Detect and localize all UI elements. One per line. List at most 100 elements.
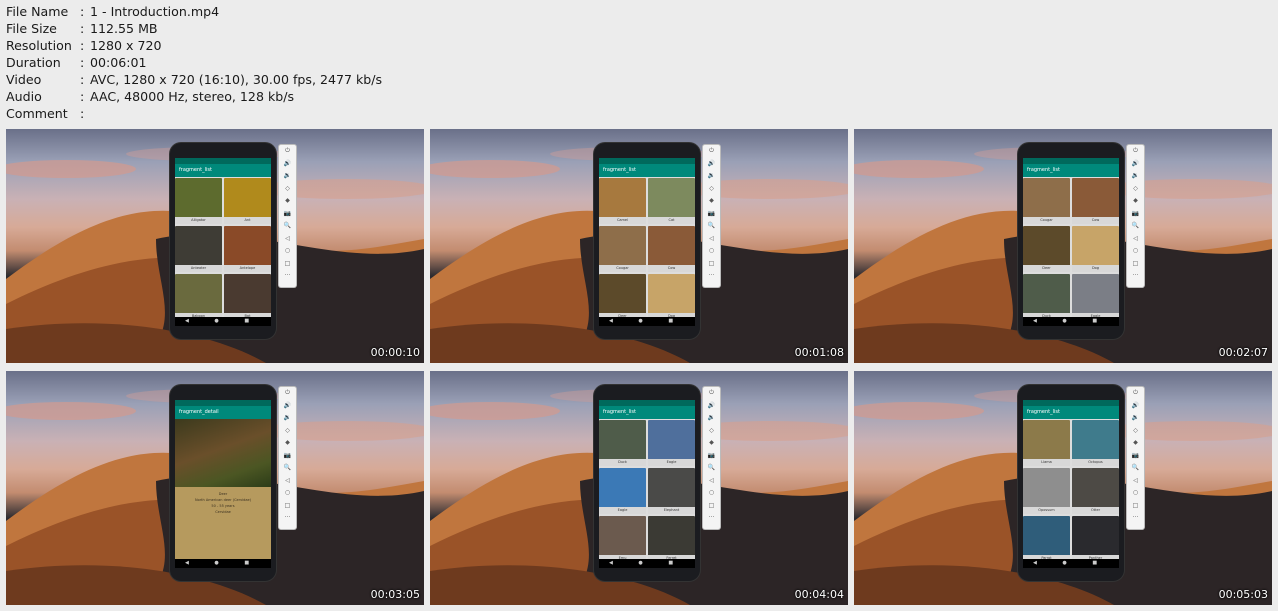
emulator-icon[interactable]: 🔊 <box>1132 158 1139 171</box>
animal-tile[interactable]: Alligator <box>175 178 222 224</box>
animal-tile[interactable]: Opossum <box>1023 468 1070 514</box>
animal-tile[interactable]: Parrot <box>1023 516 1070 562</box>
animal-tile[interactable]: Emu <box>599 516 646 562</box>
emulator-icon[interactable]: 🔉 <box>1132 412 1139 425</box>
emulator-icon[interactable]: ⏻ <box>709 387 714 400</box>
emulator-icon[interactable]: 🔉 <box>284 170 291 183</box>
emulator-icon[interactable]: ⏻ <box>1133 387 1138 400</box>
emulator-icon[interactable]: 🔉 <box>708 170 715 183</box>
emulator-icon[interactable]: 🔍 <box>708 220 715 233</box>
emulator-icon[interactable]: ⏻ <box>1133 145 1138 158</box>
animal-tile[interactable]: Llama <box>1023 420 1070 466</box>
animal-tile[interactable]: Panther <box>1072 516 1119 562</box>
animal-tile[interactable]: Eagle <box>1072 274 1119 320</box>
emulator-icon[interactable]: ○ <box>1133 245 1138 258</box>
animal-tile[interactable]: Ferret <box>648 516 695 562</box>
emulator-icon[interactable]: ··· <box>1133 512 1139 525</box>
emulator-icon[interactable]: 🔉 <box>1132 170 1139 183</box>
emulator-icon[interactable]: ○ <box>285 245 290 258</box>
emulator-icon[interactable]: 🔊 <box>708 400 715 413</box>
emulator-icon[interactable]: 📷 <box>708 208 715 221</box>
emulator-icon[interactable]: ··· <box>285 270 291 283</box>
android-nav-bar[interactable]: ◀ ● ■ <box>1023 317 1119 326</box>
emulator-icon[interactable]: 📷 <box>1132 450 1139 463</box>
animal-tile[interactable]: Otter <box>1072 468 1119 514</box>
video-thumbnail[interactable]: fragment_list Duck Eagle Eagle Elephant Emu Fe… <box>430 371 848 605</box>
emulator-icon[interactable]: ◁ <box>709 475 714 488</box>
emulator-icon[interactable]: 🔊 <box>284 400 291 413</box>
emulator-icon[interactable]: ◆ <box>1133 195 1138 208</box>
emulator-icon[interactable]: ⏻ <box>285 145 290 158</box>
animal-tile[interactable]: Deer <box>1023 226 1070 272</box>
emulator-icon[interactable]: ○ <box>1133 487 1138 500</box>
emulator-icon[interactable]: ○ <box>285 487 290 500</box>
emulator-icon[interactable]: ◆ <box>285 195 290 208</box>
emulator-icon[interactable]: □ <box>1133 258 1139 271</box>
emulator-icon[interactable]: ◆ <box>709 437 714 450</box>
emulator-icon[interactable]: 📷 <box>284 208 291 221</box>
android-nav-bar[interactable]: ◀ ● ■ <box>175 559 271 568</box>
emulator-icon[interactable]: 🔉 <box>708 412 715 425</box>
emulator-icon[interactable]: ◇ <box>709 183 714 196</box>
emulator-icon[interactable]: 🔍 <box>1132 220 1139 233</box>
video-thumbnail[interactable]: fragment_list Camel Cat Cougar Cow Deer Dog ◀ ●… <box>430 129 848 363</box>
video-thumbnail[interactable]: fragment_detail Deer North American deer (… <box>6 371 424 605</box>
animal-tile[interactable]: Eagle <box>648 420 695 466</box>
emulator-icon[interactable]: ··· <box>709 512 715 525</box>
animal-tile[interactable]: Duck <box>1023 274 1070 320</box>
animal-tile[interactable]: Camel <box>599 178 646 224</box>
emulator-icon[interactable]: ··· <box>1133 270 1139 283</box>
emulator-icon[interactable]: ◁ <box>285 475 290 488</box>
animal-tile[interactable]: Duck <box>599 420 646 466</box>
emulator-icon[interactable]: ◆ <box>1133 437 1138 450</box>
emulator-icon[interactable]: ◇ <box>285 425 290 438</box>
video-thumbnail[interactable]: fragment_list Alligator Ant Anteater Antelop… <box>6 129 424 363</box>
emulator-icon[interactable]: 🔍 <box>284 462 291 475</box>
animal-tile[interactable]: Cougar <box>599 226 646 272</box>
animal-tile[interactable]: Octopus <box>1072 420 1119 466</box>
emulator-icon[interactable]: ◆ <box>285 437 290 450</box>
animal-tile[interactable]: Cow <box>648 226 695 272</box>
emulator-icon[interactable]: ◁ <box>285 233 290 246</box>
emulator-icon[interactable]: 🔍 <box>708 462 715 475</box>
emulator-icon[interactable]: 📷 <box>284 450 291 463</box>
animal-tile[interactable]: Cougar <box>1023 178 1070 224</box>
emulator-icon[interactable]: 🔉 <box>284 412 291 425</box>
emulator-icon[interactable]: ◁ <box>1133 475 1138 488</box>
animal-tile[interactable]: Bat <box>224 274 271 320</box>
animal-tile[interactable]: Baboon <box>175 274 222 320</box>
animal-tile[interactable]: Anteater <box>175 226 222 272</box>
animal-tile[interactable]: Elephant <box>648 468 695 514</box>
emulator-icon[interactable]: 📷 <box>708 450 715 463</box>
animal-tile[interactable]: Ant <box>224 178 271 224</box>
emulator-icon[interactable]: ◁ <box>709 233 714 246</box>
emulator-icon[interactable]: ◇ <box>1133 425 1138 438</box>
emulator-icon[interactable]: □ <box>709 500 715 513</box>
emulator-icon[interactable]: 🔊 <box>1132 400 1139 413</box>
emulator-icon[interactable]: 🔍 <box>284 220 291 233</box>
emulator-icon[interactable]: □ <box>709 258 715 271</box>
emulator-icon[interactable]: ◆ <box>709 195 714 208</box>
emulator-icon[interactable]: ··· <box>285 512 291 525</box>
emulator-icon[interactable]: 🔍 <box>1132 462 1139 475</box>
emulator-icon[interactable]: 📷 <box>1132 208 1139 221</box>
emulator-icon[interactable]: 🔊 <box>284 158 291 171</box>
emulator-icon[interactable]: ◇ <box>1133 183 1138 196</box>
emulator-icon[interactable]: ⏻ <box>285 387 290 400</box>
android-nav-bar[interactable]: ◀ ● ■ <box>599 317 695 326</box>
emulator-icon[interactable]: ··· <box>709 270 715 283</box>
emulator-icon[interactable]: □ <box>285 500 291 513</box>
animal-tile[interactable]: Antelope <box>224 226 271 272</box>
emulator-icon[interactable]: ⏻ <box>709 145 714 158</box>
emulator-icon[interactable]: 🔊 <box>708 158 715 171</box>
video-thumbnail[interactable]: fragment_list Llama Octopus Opossum Otter Par… <box>854 371 1272 605</box>
android-nav-bar[interactable]: ◀ ● ■ <box>175 317 271 326</box>
android-nav-bar[interactable]: ◀ ● ■ <box>1023 559 1119 568</box>
animal-tile[interactable]: Deer <box>599 274 646 320</box>
emulator-icon[interactable]: ◇ <box>285 183 290 196</box>
animal-tile[interactable]: Dog <box>648 274 695 320</box>
android-nav-bar[interactable]: ◀ ● ■ <box>599 559 695 568</box>
animal-tile[interactable]: Cat <box>648 178 695 224</box>
animal-tile[interactable]: Cow <box>1072 178 1119 224</box>
video-thumbnail[interactable]: fragment_list Cougar Cow Deer Dog Duck Eagle ◀ … <box>854 129 1272 363</box>
